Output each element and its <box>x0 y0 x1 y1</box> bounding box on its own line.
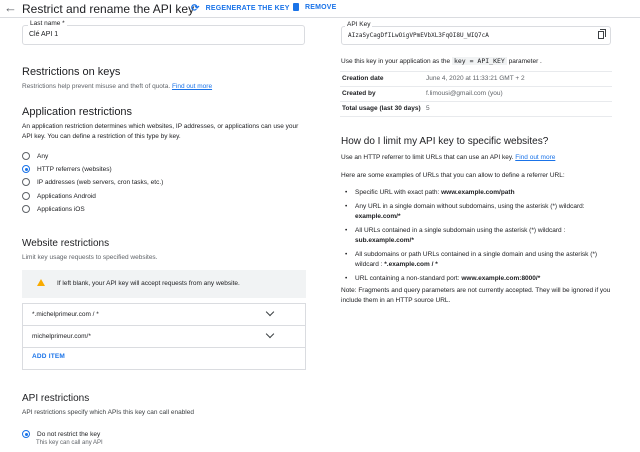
radio-button[interactable] <box>22 152 30 160</box>
website-item-2[interactable]: michelprimeur.com/* <box>32 333 91 340</box>
name-field-label: Last name * <box>28 20 67 27</box>
help-examples-list: Specific URL with exact path: www.exampl… <box>341 188 616 288</box>
usage-prefix: Use this key in your application as the <box>341 58 451 65</box>
usage-suffix: parameter . <box>508 58 542 65</box>
bullet-bold: www.example.com:8000/* <box>461 275 541 282</box>
info-row-created-by: Created by f.limousi@gmail.com (you) <box>340 86 612 101</box>
info-key: Creation date <box>342 75 384 82</box>
key-info-table: Creation date June 4, 2020 at 11:33:21 G… <box>340 71 612 117</box>
header-divider <box>0 17 640 18</box>
regenerate-key-label: REGENERATE THE KEY <box>205 5 290 12</box>
radio-button[interactable] <box>22 178 30 186</box>
copy-icon[interactable] <box>598 31 604 39</box>
info-value: f.limousi@gmail.com (you) <box>426 90 503 97</box>
radio-do-not-restrict-sub: This key can call any API <box>36 440 103 446</box>
page-title: Restrict and rename the API key <box>22 2 195 16</box>
api-key-value[interactable]: AIzaSyCagDfILwOigVPmEVbXL3FqOI8U_WIQ7cA <box>348 32 489 39</box>
bullet-text: All URLs contained in a single subdomain… <box>355 227 566 234</box>
bullet-bold: *.example.com / * <box>384 261 438 268</box>
help-find-out-more-link[interactable]: Find out more <box>515 154 555 161</box>
regenerate-key-button[interactable]: ⟳ REGENERATE THE KEY <box>191 3 290 14</box>
help-intro: Use an HTTP referrer to limit URLs that … <box>341 154 555 161</box>
list-item: Any URL in a single domain without subdo… <box>341 202 616 222</box>
remove-button[interactable]: REMOVE <box>293 3 337 11</box>
restrictions-description-text: Restrictions help prevent misuse and the… <box>22 83 171 90</box>
radio-any-label: Any <box>37 152 49 160</box>
bullet-text: URL containing a non-standard port: <box>355 275 460 282</box>
bullet-bold: sub.example.com/* <box>355 237 414 244</box>
radio-ip-addresses-label: IP addresses (web servers, cron tasks, e… <box>37 178 164 186</box>
radio-button[interactable] <box>22 205 30 213</box>
website-restrictions-description: Limit key usage requests to specified we… <box>22 254 158 261</box>
bullet-text: Specific URL with exact path: <box>355 189 440 196</box>
restrictions-heading: Restrictions on keys <box>22 66 121 78</box>
name-field[interactable] <box>22 25 305 45</box>
list-divider <box>22 325 306 326</box>
list-item: All URLs contained in a single subdomain… <box>341 226 616 246</box>
api-key-label: API Key <box>345 21 373 28</box>
list-item: URL containing a non-standard port: www.… <box>341 274 616 284</box>
bullet-text: Any URL in a single domain without subdo… <box>355 203 585 210</box>
back-arrow-icon[interactable]: ← <box>4 1 17 15</box>
list-divider <box>22 347 306 348</box>
radio-button-selected[interactable] <box>22 165 30 173</box>
trash-icon <box>293 3 299 11</box>
radio-ios-label: Applications iOS <box>37 205 85 213</box>
help-intro-text: Use an HTTP referrer to limit URLs that … <box>341 154 514 161</box>
application-restrictions-heading: Application restrictions <box>22 106 133 118</box>
website-restrictions-heading: Website restrictions <box>22 238 110 249</box>
help-examples-intro: Here are some examples of URLs that you … <box>341 172 565 179</box>
list-item: Specific URL with exact path: www.exampl… <box>341 188 616 198</box>
help-note: Note: Fragments and query parameters are… <box>341 287 611 304</box>
api-key-usage: Use this key in your application as the … <box>341 57 542 65</box>
list-item: All subdomains or path URLs contained in… <box>341 250 616 270</box>
radio-http-referrers[interactable]: HTTP referrers (websites) <box>22 165 112 173</box>
usage-code: key = API_KEY <box>451 57 507 65</box>
info-row-creation-date: Creation date June 4, 2020 at 11:33:21 G… <box>340 71 612 86</box>
remove-label: REMOVE <box>305 3 337 11</box>
radio-do-not-restrict-label: Do not restrict the key <box>37 430 101 438</box>
add-item-button[interactable]: ADD ITEM <box>32 353 65 360</box>
bullet-bold: www.example.com/path <box>441 189 515 196</box>
name-field-value[interactable]: Clé API 1 <box>29 31 58 38</box>
website-item-1[interactable]: *.michelprimeur.com / * <box>32 311 99 318</box>
refresh-icon: ⟳ <box>191 3 200 14</box>
radio-android-label: Applications Android <box>37 192 96 200</box>
info-key: Total usage (last 30 days) <box>342 105 421 112</box>
radio-any[interactable]: Any <box>22 152 48 160</box>
restrictions-description: Restrictions help prevent misuse and the… <box>22 83 212 90</box>
radio-button[interactable] <box>22 192 30 200</box>
api-restrictions-description: API restrictions specify which APIs this… <box>22 409 194 416</box>
info-value: June 4, 2020 at 11:33:21 GMT + 2 <box>426 75 525 82</box>
radio-do-not-restrict[interactable]: Do not restrict the key <box>22 430 100 438</box>
radio-ip-addresses[interactable]: IP addresses (web servers, cron tasks, e… <box>22 178 163 186</box>
info-value: 5 <box>426 105 430 112</box>
radio-http-referrers-label: HTTP referrers (websites) <box>37 165 112 173</box>
warning-text: If left blank, your API key will accept … <box>57 280 240 287</box>
warning-icon <box>37 279 45 286</box>
api-restrictions-heading: API restrictions <box>22 393 90 404</box>
radio-ios[interactable]: Applications iOS <box>22 205 85 213</box>
info-key: Created by <box>342 90 376 97</box>
restrictions-find-out-more-link[interactable]: Find out more <box>172 83 212 90</box>
radio-button-selected[interactable] <box>22 430 30 438</box>
help-heading: How do I limit my API key to specific we… <box>341 136 549 147</box>
info-row-total-usage: Total usage (last 30 days) 5 <box>340 101 612 117</box>
bullet-bold: example.com/* <box>355 213 401 220</box>
radio-android[interactable]: Applications Android <box>22 192 96 200</box>
application-restrictions-description: An application restriction determines wh… <box>22 123 299 140</box>
